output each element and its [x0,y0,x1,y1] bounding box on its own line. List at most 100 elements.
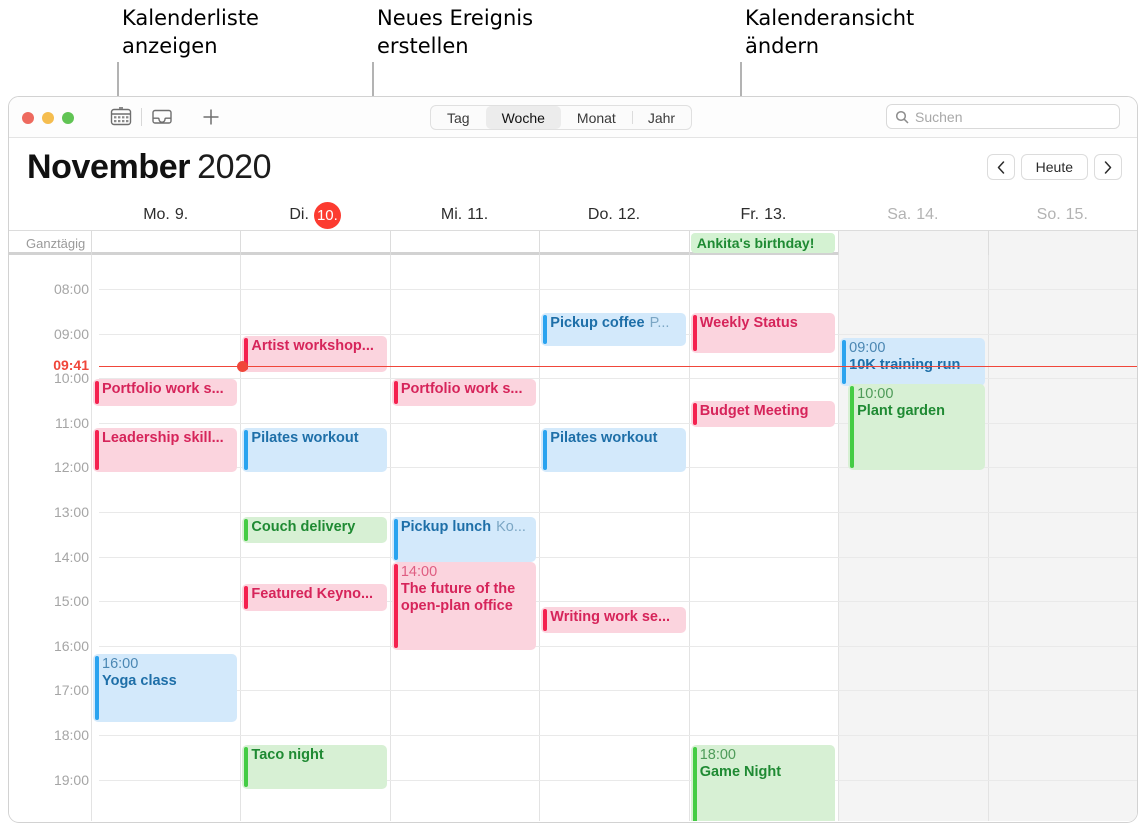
day-header-0[interactable]: Mo. 9. [91,200,240,230]
event-color-bar [95,656,99,720]
calendar-event[interactable]: 16:00 Yoga class [93,654,238,722]
all-day-label: Ganztägig [26,236,86,251]
all-day-cell[interactable] [240,231,389,256]
month-label: November [27,148,191,186]
search-icon [895,110,909,124]
day-number-label: 9. [174,206,189,223]
calendar-event[interactable]: Weekly Status [690,313,836,353]
current-time-line [99,366,1137,367]
date-navigation: Heute [986,154,1122,180]
event-color-bar [244,747,249,787]
callout-label-2: Kalenderansicht ändern [745,6,915,58]
chevron-right-icon [1104,160,1112,174]
all-day-event[interactable]: Ankita's birthday! [690,233,836,253]
maximize-window-button[interactable] [62,112,74,124]
all-day-cell[interactable] [987,231,1137,256]
hour-label: 09:00 [53,325,89,342]
page-title: November 2020 [27,148,272,187]
chevron-left-icon [997,160,1004,174]
day-column[interactable] [987,255,1137,821]
calendar-event[interactable]: Taco night [242,745,387,789]
event-title: Portfolio work s... [400,381,523,397]
calendar-event[interactable]: 18:00 Game Night [690,745,836,821]
event-title: Pilates workout [251,430,359,446]
close-window-button[interactable] [22,112,34,124]
view-tab-tag[interactable]: Tag [431,106,486,129]
all-day-row: Ganztägig Ankita's birthday! [9,230,1137,256]
calendar-event[interactable]: 14:00 The future of the open-plan office [391,562,537,650]
calendar-event[interactable]: Portfolio work s... [391,379,537,406]
new-event-button[interactable] [200,106,222,128]
day-weekday-label: Mi. [440,206,463,223]
all-day-cell[interactable] [389,231,539,256]
all-day-cell[interactable] [838,231,988,256]
view-tab-monat[interactable]: Monat [561,106,632,129]
calendar-event[interactable]: Budget Meeting [690,401,836,427]
calendar-event[interactable]: Pilates workout [541,428,686,472]
event-title: Writing work se... [550,609,671,625]
day-header-6[interactable]: So. 15. [988,200,1137,230]
year-label: 2020 [197,148,272,186]
calendar-event[interactable]: 09:00 10K training run [840,338,985,386]
event-title: Yoga class [102,673,177,689]
hour-label: 12:00 [53,459,89,476]
minimize-window-button[interactable] [42,112,54,124]
calendar-event[interactable]: Pilates workout [242,428,387,472]
search-input[interactable] [915,108,1105,125]
event-title: Taco night [251,747,324,763]
day-column[interactable] [91,255,240,821]
event-color-bar [692,315,697,351]
day-header-2[interactable]: Mi. 11. [390,200,539,230]
day-header-3[interactable]: Do. 12. [539,200,688,230]
all-day-cell[interactable] [91,231,240,256]
day-number-label: 13. [764,206,787,223]
next-week-button[interactable] [1094,154,1122,180]
day-number-label: 14. [916,206,939,223]
previous-week-button[interactable] [986,154,1015,180]
toolbar-divider [141,108,142,126]
calendar-sidebar-icon[interactable] [110,107,132,127]
day-number-label: 15. [1065,206,1088,223]
inbox-tray-icon[interactable] [151,108,173,126]
time-grid[interactable]: 08:00 09:00 10:00 11:00 12:00 13:00 14:00 15:00… [9,255,1137,821]
calendar-event[interactable]: 10:00 Plant garden [848,384,985,470]
calendar-event[interactable]: Pickup lunch Ko... [391,517,537,562]
day-header-4[interactable]: Fr. 13. [689,200,838,230]
today-button[interactable]: Heute [1020,154,1088,180]
day-weekday-label: Do. [587,206,613,223]
view-tab-woche[interactable]: Woche [485,106,561,129]
hour-gridline [99,512,1137,513]
event-color-bar [244,586,249,609]
search-field[interactable] [886,104,1120,129]
current-time-dot [237,361,249,372]
event-color-bar [692,403,697,425]
hour-label: 11:00 [55,414,89,431]
hour-label: 19:00 [53,771,89,788]
calendar-event[interactable]: Couch delivery [242,517,387,543]
event-time: 16:00 [102,656,139,672]
all-day-cell[interactable] [539,231,688,256]
view-tab-jahr[interactable]: Jahr [631,106,691,129]
event-title: The future of the open-plan office [400,581,516,614]
event-location: P... [649,315,670,331]
week-grid: Mo. 9. Di. 10. Mi. 11. Do. 12. Fr. 13. Sa. 14. So. 15… [9,200,1137,822]
event-title: Weekly Status [699,315,798,331]
calendar-window: TagWocheMonatJahr November2020 Heute [8,96,1138,823]
calendar-event[interactable]: Featured Keyno... [242,584,387,611]
event-title: Featured Keyno... [251,586,374,602]
window-toolbar: Tag Woche Monat Jahr [9,97,1137,138]
calendar-event[interactable]: Portfolio work s... [93,379,238,406]
day-weekday-label: Mo. [143,206,170,223]
event-color-bar [393,519,398,560]
day-header-1[interactable]: Di. 10. [240,200,389,230]
event-color-bar [842,340,847,384]
calendar-view-switcher[interactable]: Tag Woche Monat Jahr [430,105,693,130]
day-header-5[interactable]: Sa. 14. [838,200,987,230]
calendar-event[interactable]: Leadership skill... [93,428,238,472]
day-headers: Mo. 9. Di. 10. Mi. 11. Do. 12. Fr. 13. Sa. 14. So. 15… [9,200,1137,230]
event-time: 09:00 [849,340,886,356]
calendar-event[interactable]: Writing work se... [541,607,686,633]
event-color-bar [244,430,249,470]
calendar-event[interactable]: Pickup coffee P... [541,313,686,346]
hour-label: 08:00 [53,281,89,297]
